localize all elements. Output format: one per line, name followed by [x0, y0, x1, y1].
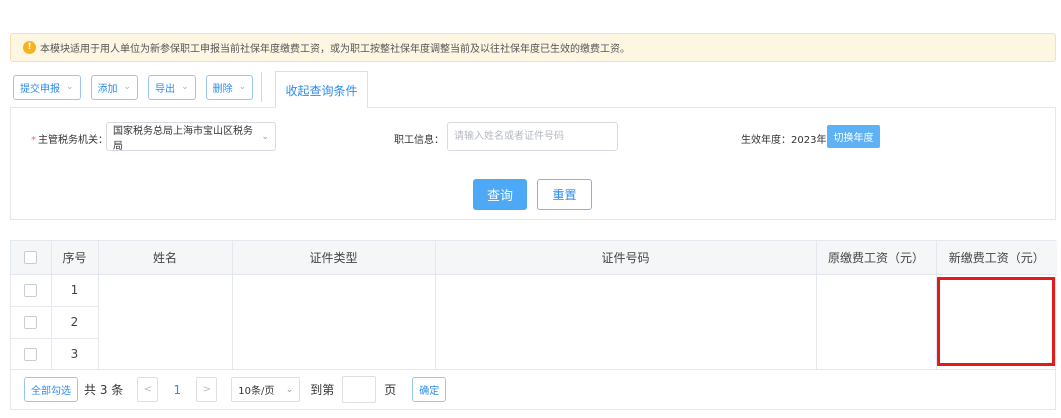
row-orig-wage: [816, 274, 937, 306]
chevron-down-icon: ⌄: [261, 131, 269, 142]
chevron-down-icon: ⌄: [238, 82, 247, 92]
checkbox[interactable]: [24, 316, 38, 329]
row-checkbox-cell[interactable]: [11, 306, 52, 339]
checkbox[interactable]: [24, 284, 38, 297]
effective-year-text: 生效年度：2023年: [741, 135, 827, 146]
row-id-number: [435, 338, 817, 370]
row-id-type: [232, 274, 436, 306]
table-header-row: 序号 姓名 证件类型 证件号码 原缴费工资（元） 新缴费工资（元）: [11, 241, 1057, 275]
table-row[interactable]: 3: [11, 338, 1057, 370]
wage-table: 序号 姓名 证件类型 证件号码 原缴费工资（元） 新缴费工资（元） 1 2 3: [10, 240, 1057, 370]
current-page[interactable]: 1: [165, 383, 189, 397]
checkbox[interactable]: [24, 348, 38, 362]
total-count: 共 3 条: [84, 383, 124, 397]
goto-prefix: 到第: [310, 383, 335, 397]
tax-authority-value: 国家税务总局上海市宝山区税务局: [113, 125, 253, 152]
switch-year-button[interactable]: 切换年度: [827, 125, 880, 148]
notice-text: 本模块适用于用人单位为新参保职工申报当前社保年度缴费工资，或为职工按整社保年度调…: [40, 44, 630, 55]
query-button[interactable]: 查询: [473, 179, 527, 210]
add-button[interactable]: 添加 ⌄: [90, 74, 139, 100]
notice-banner: ! 本模块适用于用人单位为新参保职工申报当前社保年度缴费工资，或为职工按整社保年…: [10, 33, 1056, 62]
prev-page-button[interactable]: <: [137, 377, 159, 402]
delete-label: 删除: [212, 83, 233, 95]
required-mark: *: [31, 135, 36, 146]
tab-collapse-query[interactable]: 收起查询条件: [275, 71, 368, 108]
chevron-down-icon: ⌄: [181, 82, 189, 92]
row-id-type: [232, 306, 436, 338]
tax-authority-label: * 主管税务机关：: [31, 135, 108, 146]
page-size-value: 10条/页: [238, 386, 275, 397]
header-id-number: 证件号码: [435, 241, 817, 275]
row-id-number: [435, 274, 817, 306]
checkbox[interactable]: [24, 251, 38, 265]
page-size-select[interactable]: 10条/页 ⌄: [231, 377, 301, 402]
row-name: [98, 306, 233, 338]
table-row[interactable]: 1: [11, 274, 1057, 307]
row-checkbox-cell[interactable]: [11, 274, 52, 307]
header-id-type: 证件类型: [232, 241, 436, 275]
row-seq: 2: [51, 306, 99, 339]
tax-authority-select[interactable]: 国家税务总局上海市宝山区税务局 ⌄: [106, 122, 276, 152]
employee-info-input[interactable]: [447, 122, 618, 151]
table-row[interactable]: 2: [11, 306, 1057, 339]
next-page-button[interactable]: >: [196, 377, 218, 402]
goto-suffix: 页: [384, 383, 397, 397]
header-select-all[interactable]: [11, 241, 52, 275]
submit-declaration-button[interactable]: 提交申报 ⌄: [13, 74, 81, 100]
row-name: [98, 274, 233, 306]
row-orig-wage: [816, 306, 937, 338]
header-new-wage: 新缴费工资（元）: [936, 241, 1057, 275]
row-id-type: [232, 338, 436, 370]
submit-declaration-label: 提交申报: [20, 83, 60, 95]
search-panel: *主管税务机关： 国家税务总局上海市宝山区税务局 ⌄ 职工信息： 生效年度：20…: [10, 107, 1056, 220]
highlight-annotation: [937, 277, 1055, 366]
delete-button[interactable]: 删除 ⌄: [205, 74, 254, 100]
employee-info-label: 职工信息：: [394, 135, 444, 146]
pagination: 全部勾选 共 3 条 < 1 > 10条/页 ⌄ 到第 页 确定: [10, 370, 1056, 410]
row-checkbox-cell[interactable]: [11, 338, 52, 370]
warning-icon: !: [23, 41, 36, 54]
chevron-down-icon: ⌄: [123, 82, 132, 92]
row-id-number: [435, 306, 817, 338]
toolbar: 提交申报 ⌄ 添加 ⌄ 导出 ⌄ 删除 ⌄: [13, 72, 268, 102]
export-button[interactable]: 导出 ⌄: [148, 74, 196, 100]
reset-button[interactable]: 重置: [537, 179, 592, 210]
row-name: [98, 338, 233, 370]
chevron-down-icon: ⌄: [66, 82, 74, 92]
row-orig-wage: [816, 338, 937, 370]
confirm-goto-button[interactable]: 确定: [412, 377, 447, 402]
header-name: 姓名: [98, 241, 233, 275]
header-seq: 序号: [51, 241, 99, 275]
add-label: 添加: [97, 83, 118, 95]
toolbar-divider: [261, 72, 263, 102]
select-all-button[interactable]: 全部勾选: [24, 377, 78, 402]
goto-page-input[interactable]: [342, 376, 377, 403]
header-orig-wage: 原缴费工资（元）: [816, 241, 937, 275]
export-label: 导出: [155, 83, 176, 95]
chevron-down-icon: ⌄: [285, 384, 294, 395]
row-seq: 1: [51, 274, 99, 307]
row-seq: 3: [51, 338, 99, 370]
